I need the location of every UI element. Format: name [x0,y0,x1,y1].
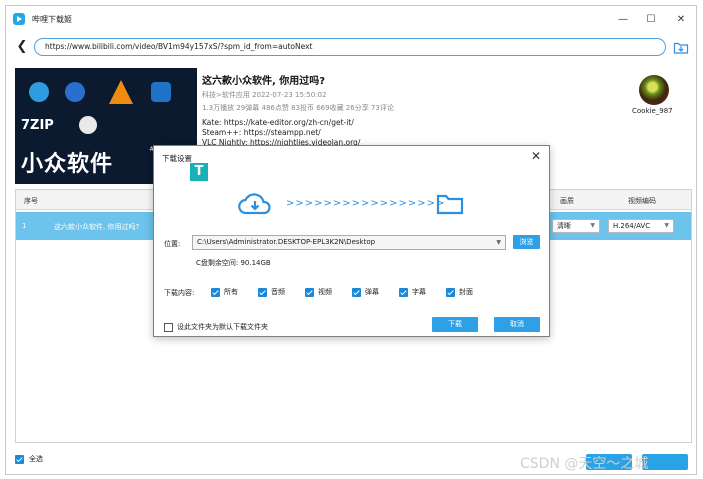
chevron-down-icon: ▼ [590,222,595,229]
header-codec: 视频编码 [628,197,656,205]
default-folder-label: 设此文件夹为默认下载文件夹 [177,323,268,331]
close-button[interactable]: ✕ [672,11,690,27]
select-all-label: 全选 [29,455,43,463]
header-quality: 画质 [560,197,574,205]
download-button[interactable]: 下载 [432,317,478,332]
description-line: Kate: https://kate-editor.org/zh-cn/get-… [202,118,354,127]
vlc-logo-icon [109,80,133,104]
option-video-checkbox[interactable]: 视频 [305,287,332,297]
codec-value: H.264/AVC [613,222,651,230]
option-label: 字幕 [412,288,426,296]
video-stats: 1.3万播放 29弹幕 486点赞 83投币 669收藏 26分享 73评论 [202,104,394,112]
option-label: 弹幕 [365,288,379,296]
download-content-label: 下载内容: [164,289,195,297]
watermark: CSDN @天空～之城 [520,456,649,472]
uploader-name[interactable]: Cookie_987 [632,107,673,115]
onenote-logo-icon [151,82,171,102]
row-title: 这六款小众软件, 你用过吗? [54,223,140,231]
chevron-down-icon: ▼ [664,222,669,229]
checkbox-checked-icon [258,287,267,297]
maximize-button[interactable]: ☐ [642,11,660,27]
app-title: 哔哩下载姬 [32,15,72,24]
option-label: 封面 [459,288,473,296]
select-all-checkbox[interactable]: 全选 [15,454,43,464]
video-title: 这六款小众软件, 你用过吗? [202,76,326,87]
video-meta: 科技>软件应用 2022-07-23 15:50:02 [202,91,327,99]
path-value: C:\Users\Administrator.DESKTOP-EPL3K2N\D… [197,238,376,246]
option-label: 视频 [318,288,332,296]
thumb-7zip-label: 7ZIP [21,118,54,133]
checkbox-checked-icon [399,287,408,297]
chevron-down-icon: ▼ [496,239,501,246]
location-label: 位置: [164,240,181,248]
description-line: Steam++: https://steampp.net/ [202,128,321,137]
dialog-title: 下载设置 [162,154,192,163]
option-all-checkbox[interactable]: 所有 [211,287,238,297]
row-index: 1 [22,222,27,230]
checkbox-checked-icon [305,287,314,297]
video-description: Kate: https://kate-editor.org/zh-cn/get-… [202,118,360,148]
path-select[interactable]: C:\Users\Administrator.DESKTOP-EPL3K2N\D… [192,235,506,250]
dialog-close-icon[interactable]: ✕ [531,149,541,163]
checkbox-empty-icon [164,322,173,332]
folder-icon [436,194,464,215]
cancel-button[interactable]: 取消 [494,317,540,332]
kate-logo-icon [29,82,49,102]
title-bar: 哔哩下载姬 — ☐ ✕ [6,6,696,32]
checkbox-checked-icon [211,287,220,297]
app-logo-icon [13,13,25,25]
thumb-title-text: 小众软件 [21,152,114,177]
back-arrow-icon[interactable]: ❮ [15,40,29,54]
default-folder-checkbox[interactable]: 设此文件夹为默认下载文件夹 [164,322,268,332]
option-audio-checkbox[interactable]: 音频 [258,287,285,297]
checkbox-checked-icon [15,454,24,464]
transfer-arrows: >>>>>>>>>>>>>>>>> [286,198,446,209]
cloud-download-icon [238,193,271,215]
option-cover-checkbox[interactable]: 封面 [446,287,473,297]
checkbox-checked-icon [446,287,455,297]
option-label: 所有 [224,288,238,296]
option-danmaku-checkbox[interactable]: 弹幕 [352,287,379,297]
steam-logo-icon [65,82,85,102]
minimize-button[interactable]: — [614,11,632,27]
url-input[interactable]: https://www.bilibili.com/video/BV1m94y15… [34,38,666,56]
free-space-text: C盘剩余空间: 90.14GB [196,259,271,267]
footer-action-button[interactable] [642,454,688,470]
option-subtitle-checkbox[interactable]: 字幕 [399,287,426,297]
checkbox-checked-icon [352,287,361,297]
dialog-logo-icon: T [190,163,208,181]
browse-button[interactable]: 浏览 [513,235,540,249]
header-index: 序号 [24,197,38,205]
quality-select[interactable]: 清晰 ▼ [552,219,600,233]
option-label: 音频 [271,288,285,296]
quality-value: 清晰 [557,222,571,230]
download-folder-icon[interactable] [673,39,689,55]
codec-select[interactable]: H.264/AVC ▼ [608,219,674,233]
scissors-logo-icon [79,116,97,134]
uploader-avatar[interactable] [639,75,669,105]
download-settings-dialog: 下载设置 ✕ T >>>>>>>>>>>>>>>>> 位置: C:\Users\… [153,145,550,337]
